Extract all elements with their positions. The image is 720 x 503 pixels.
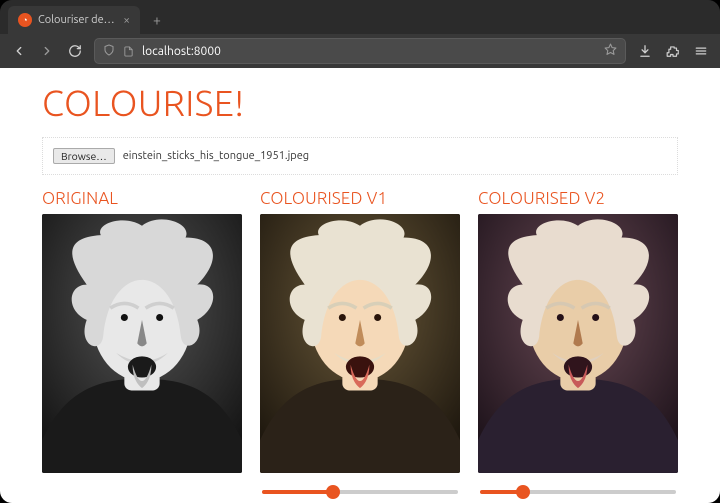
forward-button[interactable]	[38, 42, 56, 60]
selected-filename: einstein_sticks_his_tongue_1951.jpeg	[123, 150, 309, 162]
menu-icon[interactable]	[692, 42, 710, 60]
ubuntu-icon: ◔	[18, 13, 32, 27]
column-title: COLOURISED V1	[260, 189, 460, 208]
tab-strip: ◔ Colouriser demo with OpenVIN… × +	[0, 6, 720, 34]
browser-window: ◔ Colouriser demo with OpenVIN… × +	[0, 0, 720, 503]
browser-chrome: ◔ Colouriser demo with OpenVIN… × +	[0, 0, 720, 68]
browser-toolbar: localhost:8000	[0, 34, 720, 68]
result-image	[260, 214, 460, 473]
portrait-image	[260, 214, 460, 473]
column-title: COLOURISED V2	[478, 189, 678, 208]
result-image	[42, 214, 242, 473]
reload-button[interactable]	[66, 42, 84, 60]
image-columns: ORIGINAL	[42, 189, 678, 501]
url-text[interactable]: localhost:8000	[142, 45, 596, 58]
image-column: COLOURISED V2	[478, 189, 678, 501]
browser-tab-active[interactable]: ◔ Colouriser demo with OpenVIN… ×	[8, 6, 140, 34]
column-title: ORIGINAL	[42, 189, 242, 208]
toolbar-right	[636, 42, 710, 60]
file-upload-zone[interactable]: Browse… einstein_sticks_his_tongue_1951.…	[42, 137, 678, 175]
back-button[interactable]	[10, 42, 28, 60]
browse-button[interactable]: Browse…	[53, 148, 115, 164]
page-viewport: COLOURISE! Browse… einstein_sticks_his_t…	[0, 68, 720, 503]
image-column: COLOURISED V1	[260, 189, 460, 501]
close-icon[interactable]: ×	[123, 14, 130, 27]
colourise-slider[interactable]	[262, 490, 458, 494]
bookmark-star-icon[interactable]	[604, 43, 617, 59]
shield-icon	[103, 44, 115, 59]
url-bar[interactable]: localhost:8000	[94, 38, 626, 64]
image-column: ORIGINAL	[42, 189, 242, 501]
portrait-image	[478, 214, 678, 473]
insecure-site-icon	[123, 46, 134, 57]
tab-title: Colouriser demo with OpenVIN…	[38, 14, 117, 26]
result-image	[478, 214, 678, 473]
portrait-image	[42, 214, 242, 473]
downloads-icon[interactable]	[636, 42, 654, 60]
extensions-icon[interactable]	[664, 42, 682, 60]
colourise-slider[interactable]	[480, 490, 676, 494]
new-tab-button[interactable]: +	[148, 11, 166, 29]
page-title: COLOURISE!	[42, 82, 678, 123]
